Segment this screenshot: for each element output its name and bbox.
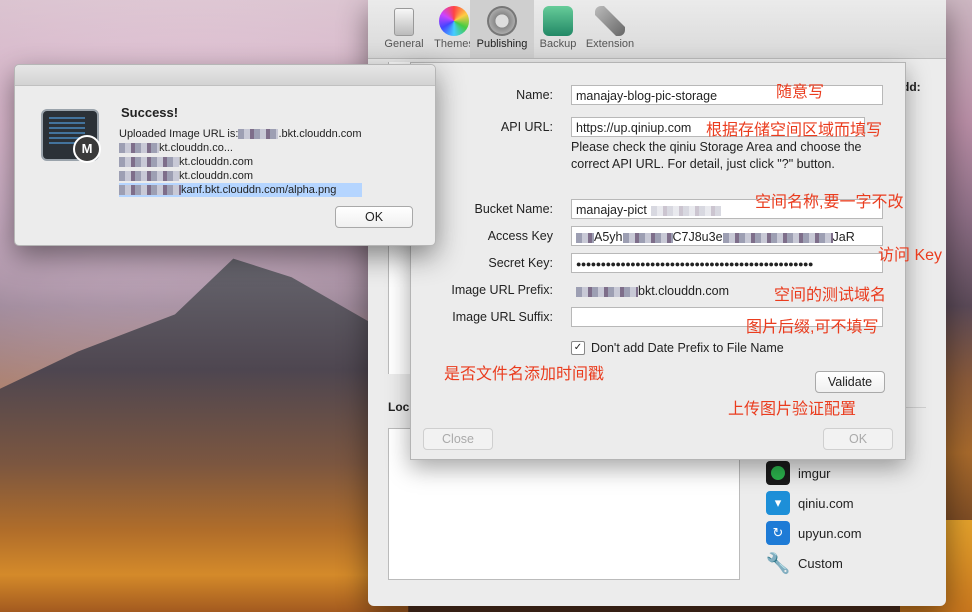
redacted-block	[576, 232, 594, 243]
redacted-block	[650, 205, 721, 216]
annotation-bucket: 空间名称,要一字不改	[755, 194, 904, 211]
redacted-block	[119, 143, 159, 154]
url-line-text: kt.clouddn.com	[179, 156, 253, 168]
access-key-part-b: C7J8u3e	[672, 230, 723, 244]
url-line: kt.clouddn.com	[119, 155, 362, 169]
date-prefix-checkbox[interactable]: ✓	[571, 341, 585, 355]
redacted-block	[576, 286, 638, 297]
url-line: Uploaded Image URL is: .bkt.clouddn.com	[119, 127, 362, 141]
app-badge-icon: M	[73, 135, 101, 163]
validate-button[interactable]: Validate	[815, 371, 885, 393]
uploaded-urls: Uploaded Image URL is: .bkt.clouddn.com k…	[119, 127, 362, 197]
close-button[interactable]: Close	[423, 428, 493, 450]
access-key-part-a: A5yh	[594, 230, 623, 244]
date-prefix-option[interactable]: ✓ Don't add Date Prefix to File Name	[571, 341, 784, 355]
dialog-titlebar	[15, 65, 435, 86]
secret-key-label: Secret Key:	[488, 256, 553, 270]
bucket-value: manajay-pict	[576, 203, 647, 217]
service-name: imgur	[798, 465, 831, 481]
date-prefix-label: Don't add Date Prefix to File Name	[591, 341, 784, 355]
access-key-part-c: JaR	[832, 230, 855, 244]
annotation-name: 随意写	[776, 84, 825, 101]
secret-key-row: Secret Key: ●●●●●●●●●●●●●●●●●●●●●●●●●●●●…	[411, 253, 905, 275]
service-name: qiniu.com	[798, 495, 854, 511]
service-item-qiniu[interactable]: ▾ qiniu.com	[766, 488, 862, 518]
url-line: kt.clouddn.com	[119, 169, 362, 183]
url-line: kt.clouddn.co...	[119, 141, 362, 155]
annotation-prefix: 空间的测试域名	[774, 287, 887, 304]
extension-icon	[595, 6, 625, 36]
url-prefix-label: Image URL Prefix:	[451, 283, 553, 297]
name-label: Name:	[516, 88, 553, 102]
url-line-text: kanf.bkt.clouddn.com/alpha.png	[181, 184, 337, 196]
redacted-block	[238, 129, 279, 140]
service-name: upyun.com	[798, 525, 862, 541]
tab-publishing[interactable]: Publishing	[470, 0, 534, 58]
annotation-suffix: 图片后缀,可不填写	[746, 319, 879, 336]
local-label: Loc	[388, 400, 410, 414]
url-line-selected[interactable]: kanf.bkt.clouddn.com/alpha.png	[119, 183, 362, 197]
qiniu-icon: ▾	[766, 491, 790, 515]
name-row: Name: manajay-blog-pic-storage	[411, 85, 905, 107]
name-field[interactable]: manajay-blog-pic-storage	[571, 85, 883, 105]
tab-extension[interactable]: Extension	[578, 0, 642, 58]
preferences-toolbar: General Themes Publishing Backup Extensi…	[368, 0, 946, 59]
url-line-text: Uploaded Image URL is:	[119, 128, 239, 140]
redacted-block	[119, 185, 181, 196]
dialog-ok-button[interactable]: OK	[335, 206, 413, 228]
success-dialog: M Success! Uploaded Image URL is: .bkt.cl…	[14, 64, 436, 246]
themes-icon	[439, 6, 469, 36]
url-line-text: .bkt.clouddn.com	[278, 128, 362, 140]
service-name: Custom	[798, 555, 843, 571]
redacted-block	[722, 232, 833, 243]
ok-button[interactable]: OK	[823, 428, 893, 450]
annotation-access-key: 访问 Key	[878, 247, 943, 264]
url-line-text: kt.clouddn.co...	[159, 142, 233, 154]
backup-icon	[543, 6, 573, 36]
redacted-block	[622, 232, 673, 243]
bucket-label: Bucket Name:	[474, 202, 553, 216]
annotation-date-prefix: 是否文件名添加时间戳	[444, 366, 605, 383]
upyun-icon: ↻	[766, 521, 790, 545]
service-item-custom[interactable]: 🔧 Custom	[766, 548, 862, 578]
tab-extension-label: Extension	[585, 38, 635, 50]
redacted-block	[119, 171, 179, 182]
api-url-label: API URL:	[500, 120, 553, 134]
tab-publishing-label: Publishing	[476, 38, 528, 50]
access-key-row: Access Key A5yh C7J8u3e JaR	[411, 226, 905, 248]
imgur-icon	[766, 461, 790, 485]
publishing-icon	[487, 6, 517, 36]
service-item-imgur[interactable]: imgur	[766, 458, 862, 488]
general-icon	[394, 8, 414, 36]
service-item-upyun[interactable]: ↻ upyun.com	[766, 518, 862, 548]
access-key-label: Access Key	[487, 229, 553, 243]
redacted-block	[119, 157, 179, 168]
secret-key-field[interactable]: ●●●●●●●●●●●●●●●●●●●●●●●●●●●●●●●●●●●●●●●●…	[571, 253, 883, 273]
annotation-validate: 上传图片验证配置	[728, 401, 857, 418]
url-line-text: kt.clouddn.com	[179, 170, 253, 182]
wrench-icon: 🔧	[765, 552, 791, 575]
dialog-title: Success!	[121, 105, 179, 120]
service-list: imgur ▾ qiniu.com ↻ upyun.com 🔧 Custom	[766, 458, 862, 578]
url-prefix-value: bkt.clouddn.com	[638, 284, 730, 298]
access-key-field[interactable]: A5yh C7J8u3e JaR	[571, 226, 883, 246]
annotation-api: 根据存储空间区域而填写	[706, 122, 883, 139]
api-help-text: Please check the qiniu Storage Area and …	[571, 140, 862, 171]
url-suffix-label: Image URL Suffix:	[452, 310, 553, 324]
